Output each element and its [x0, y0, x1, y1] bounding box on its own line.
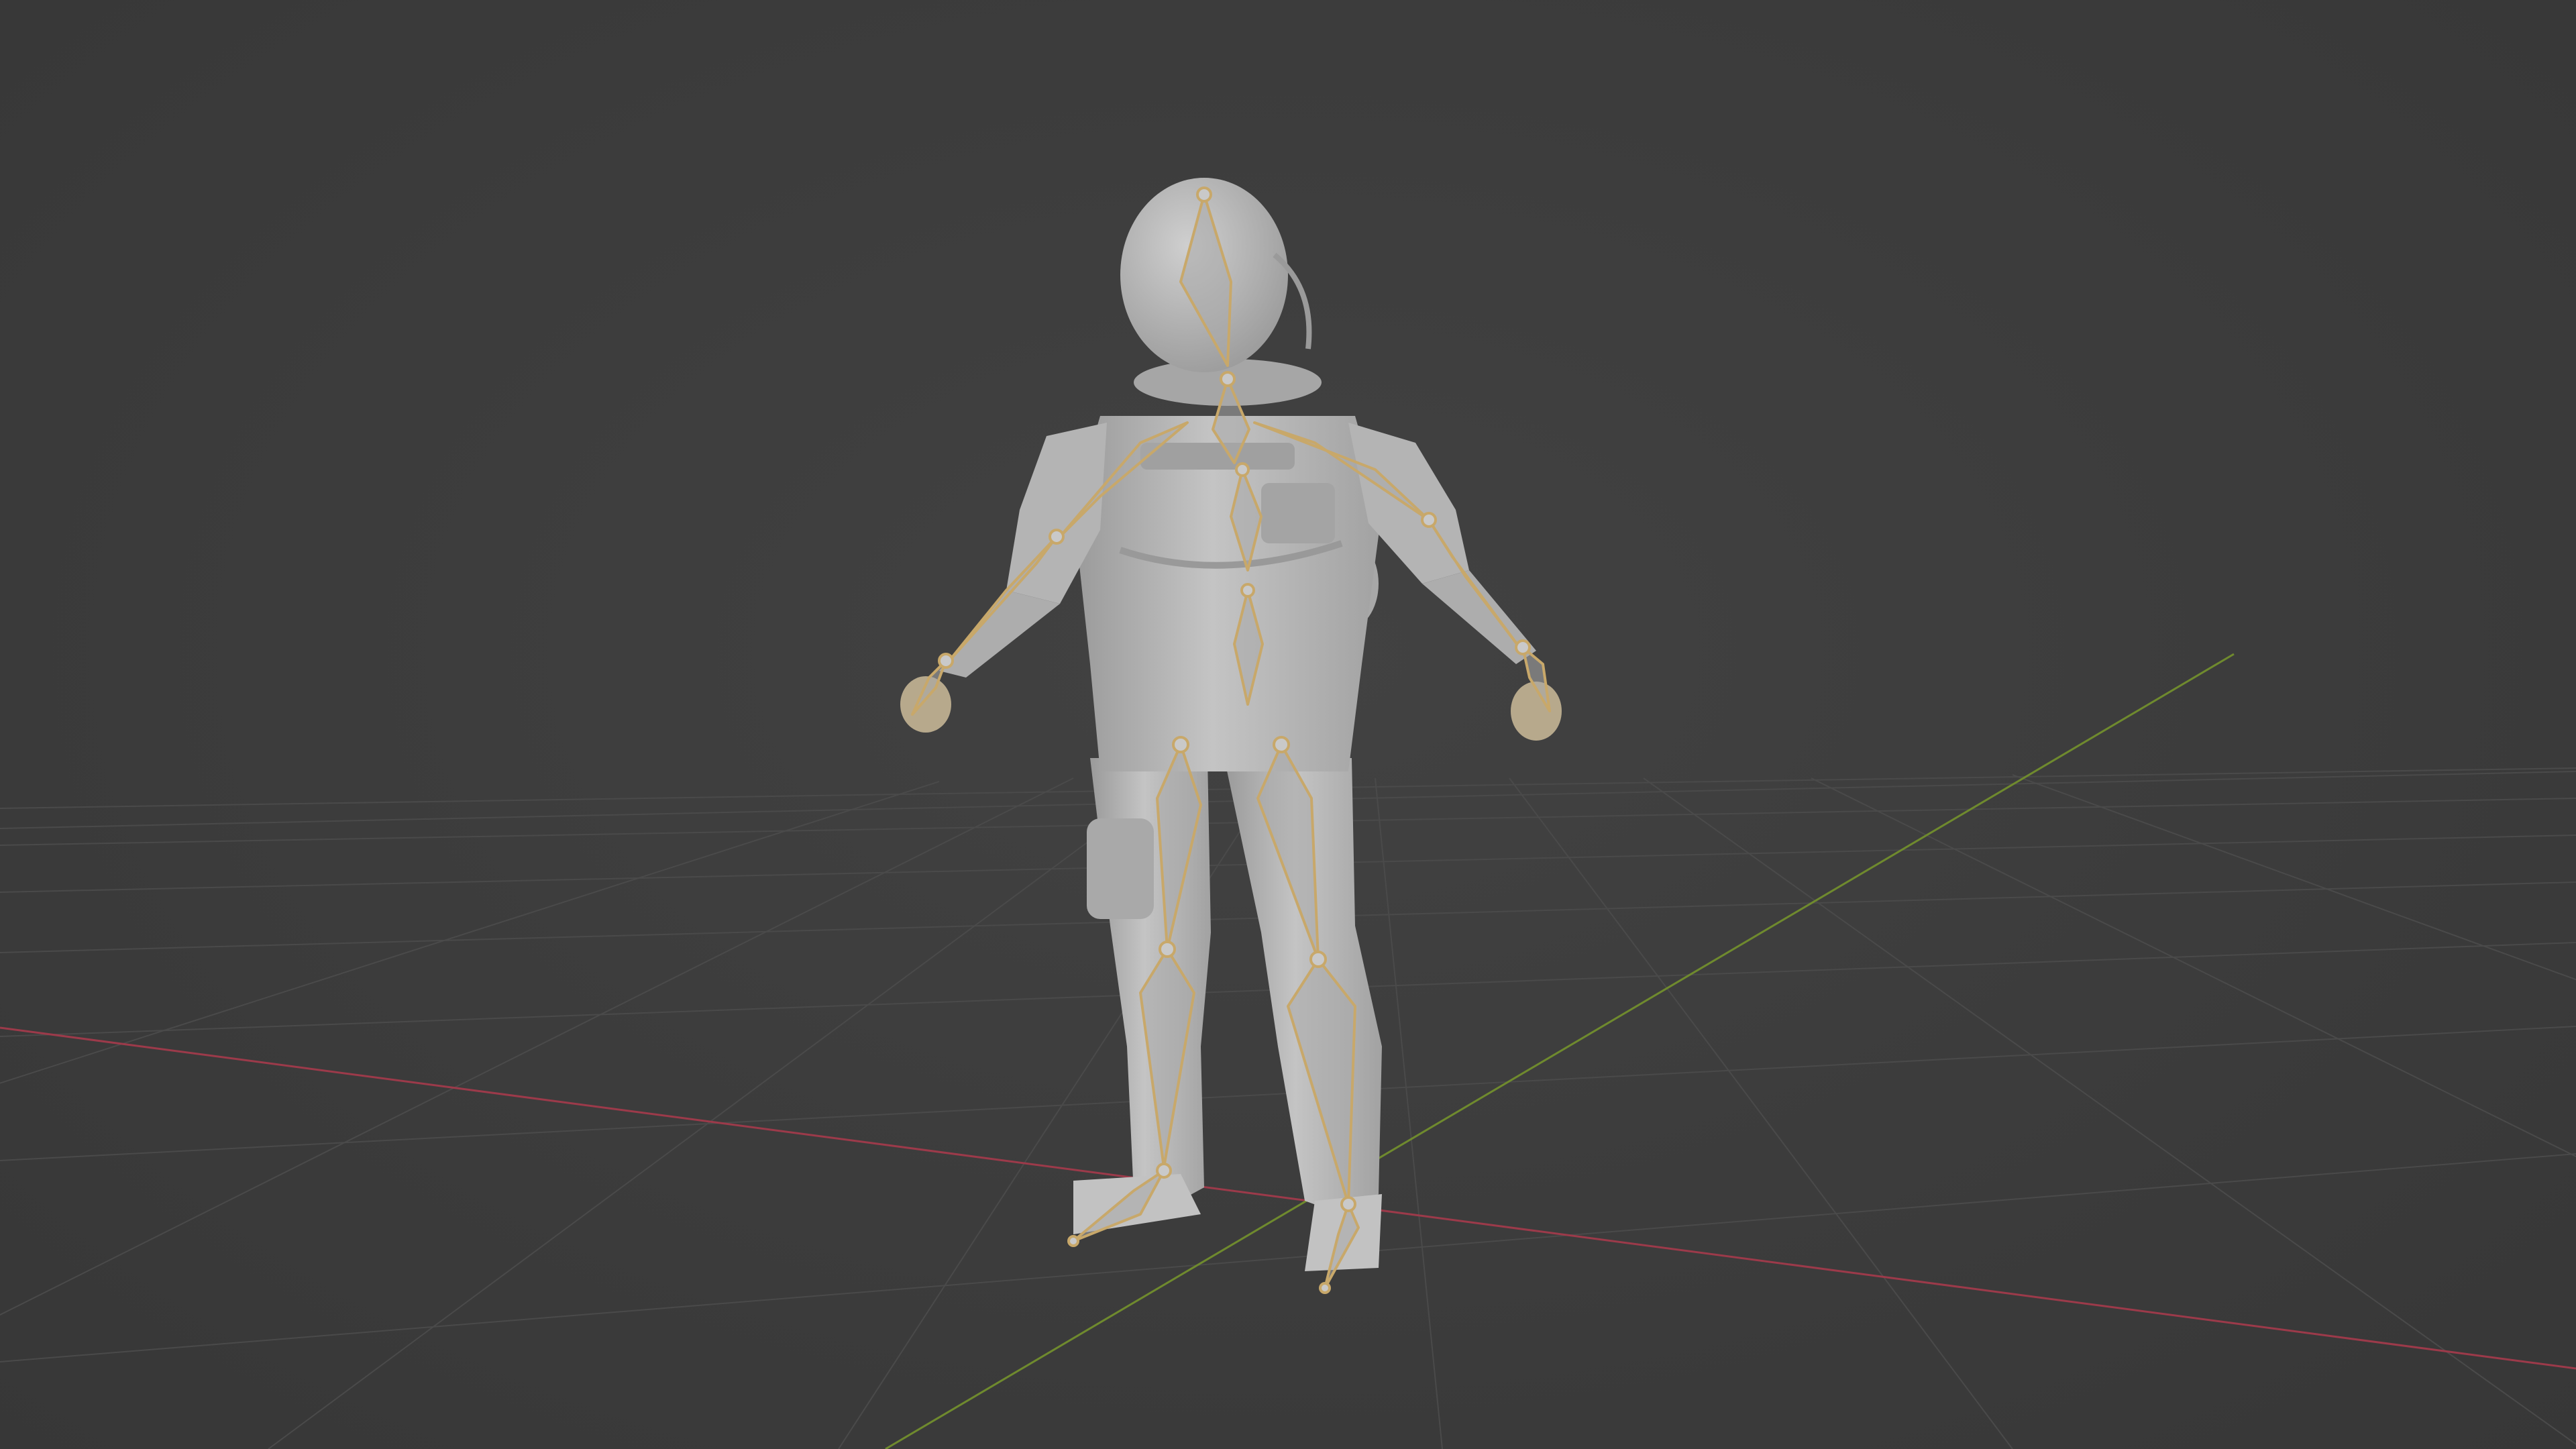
- y-axis-line: [885, 653, 2235, 1449]
- viewport-scene[interactable]: [0, 0, 2576, 1449]
- 3d-viewport[interactable]: [0, 0, 2576, 1449]
- astronaut-model[interactable]: [900, 178, 1562, 1271]
